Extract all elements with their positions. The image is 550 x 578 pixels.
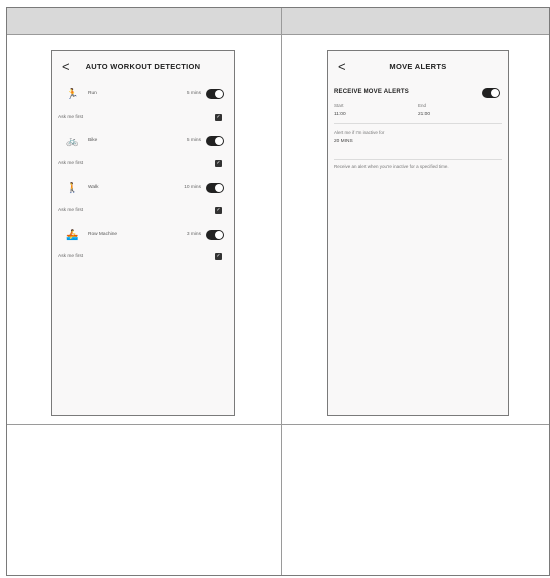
- run-ask-checkbox[interactable]: ✓: [215, 114, 222, 121]
- run-icon: 🏃: [66, 89, 79, 100]
- run-toggle[interactable]: [206, 89, 224, 99]
- end-label: End: [418, 103, 427, 108]
- title-bar: < MOVE ALERTS: [328, 60, 508, 75]
- activity-row-row-machine: 🚣 Row Machine 3 mins: [52, 229, 234, 245]
- screen-title: MOVE ALERTS: [389, 62, 447, 71]
- activity-row-run: 🏃 Run 5 mins: [52, 88, 234, 104]
- activity-minutes[interactable]: 3 mins: [187, 232, 201, 237]
- activity-minutes[interactable]: 5 mins: [187, 138, 201, 143]
- auto-workout-detection-screen: < AUTO WORKOUT DETECTION 🏃 Run 5 mins As…: [51, 50, 235, 416]
- activity-label: Walk: [88, 185, 99, 190]
- move-alerts-description: Receive an alert when you're inactive fo…: [334, 164, 449, 169]
- inactive-duration-value[interactable]: 20 MINS: [334, 139, 353, 144]
- table-header-cell-right: [282, 8, 549, 35]
- walk-toggle[interactable]: [206, 183, 224, 193]
- ask-me-first-label: Ask me first: [58, 208, 84, 213]
- ask-me-first-label: Ask me first: [58, 161, 84, 166]
- receive-move-alerts-label: RECEIVE MOVE ALERTS: [334, 89, 409, 95]
- bike-toggle[interactable]: [206, 136, 224, 146]
- activity-label: Bike: [88, 138, 98, 143]
- activity-label: Row Machine: [88, 232, 118, 237]
- ask-me-first-label: Ask me first: [58, 254, 84, 259]
- row-machine-toggle[interactable]: [206, 230, 224, 240]
- inactive-duration-label: Alert me if I'm inactive for: [334, 130, 385, 135]
- receive-move-alerts-toggle[interactable]: [482, 88, 500, 98]
- divider: [334, 159, 502, 160]
- title-bar: < AUTO WORKOUT DETECTION: [52, 60, 234, 75]
- walk-icon: 🚶: [66, 183, 79, 194]
- screen-title: AUTO WORKOUT DETECTION: [85, 62, 201, 71]
- bike-icon: 🚲: [66, 136, 79, 147]
- activity-row-walk: 🚶 Walk 10 mins: [52, 182, 234, 198]
- end-time-value[interactable]: 21:00: [418, 112, 430, 117]
- ask-me-first-label: Ask me first: [58, 115, 84, 120]
- activity-minutes[interactable]: 10 mins: [184, 185, 201, 190]
- start-time-value[interactable]: 11:00: [334, 112, 346, 117]
- walk-ask-checkbox[interactable]: ✓: [215, 207, 222, 214]
- table-row-divider: [7, 424, 549, 425]
- bike-ask-checkbox[interactable]: ✓: [215, 160, 222, 167]
- activity-label: Run: [88, 91, 97, 96]
- activity-row-bike: 🚲 Bike 5 mins: [52, 135, 234, 151]
- table-header-cell-left: [7, 8, 281, 35]
- row-machine-icon: 🚣: [66, 230, 79, 241]
- divider: [334, 123, 502, 124]
- row-machine-ask-checkbox[interactable]: ✓: [215, 253, 222, 260]
- start-label: Start: [334, 103, 344, 108]
- table-column-divider: [281, 8, 282, 575]
- move-alerts-screen: < MOVE ALERTS RECEIVE MOVE ALERTS Start …: [327, 50, 509, 416]
- activity-minutes[interactable]: 5 mins: [187, 91, 201, 96]
